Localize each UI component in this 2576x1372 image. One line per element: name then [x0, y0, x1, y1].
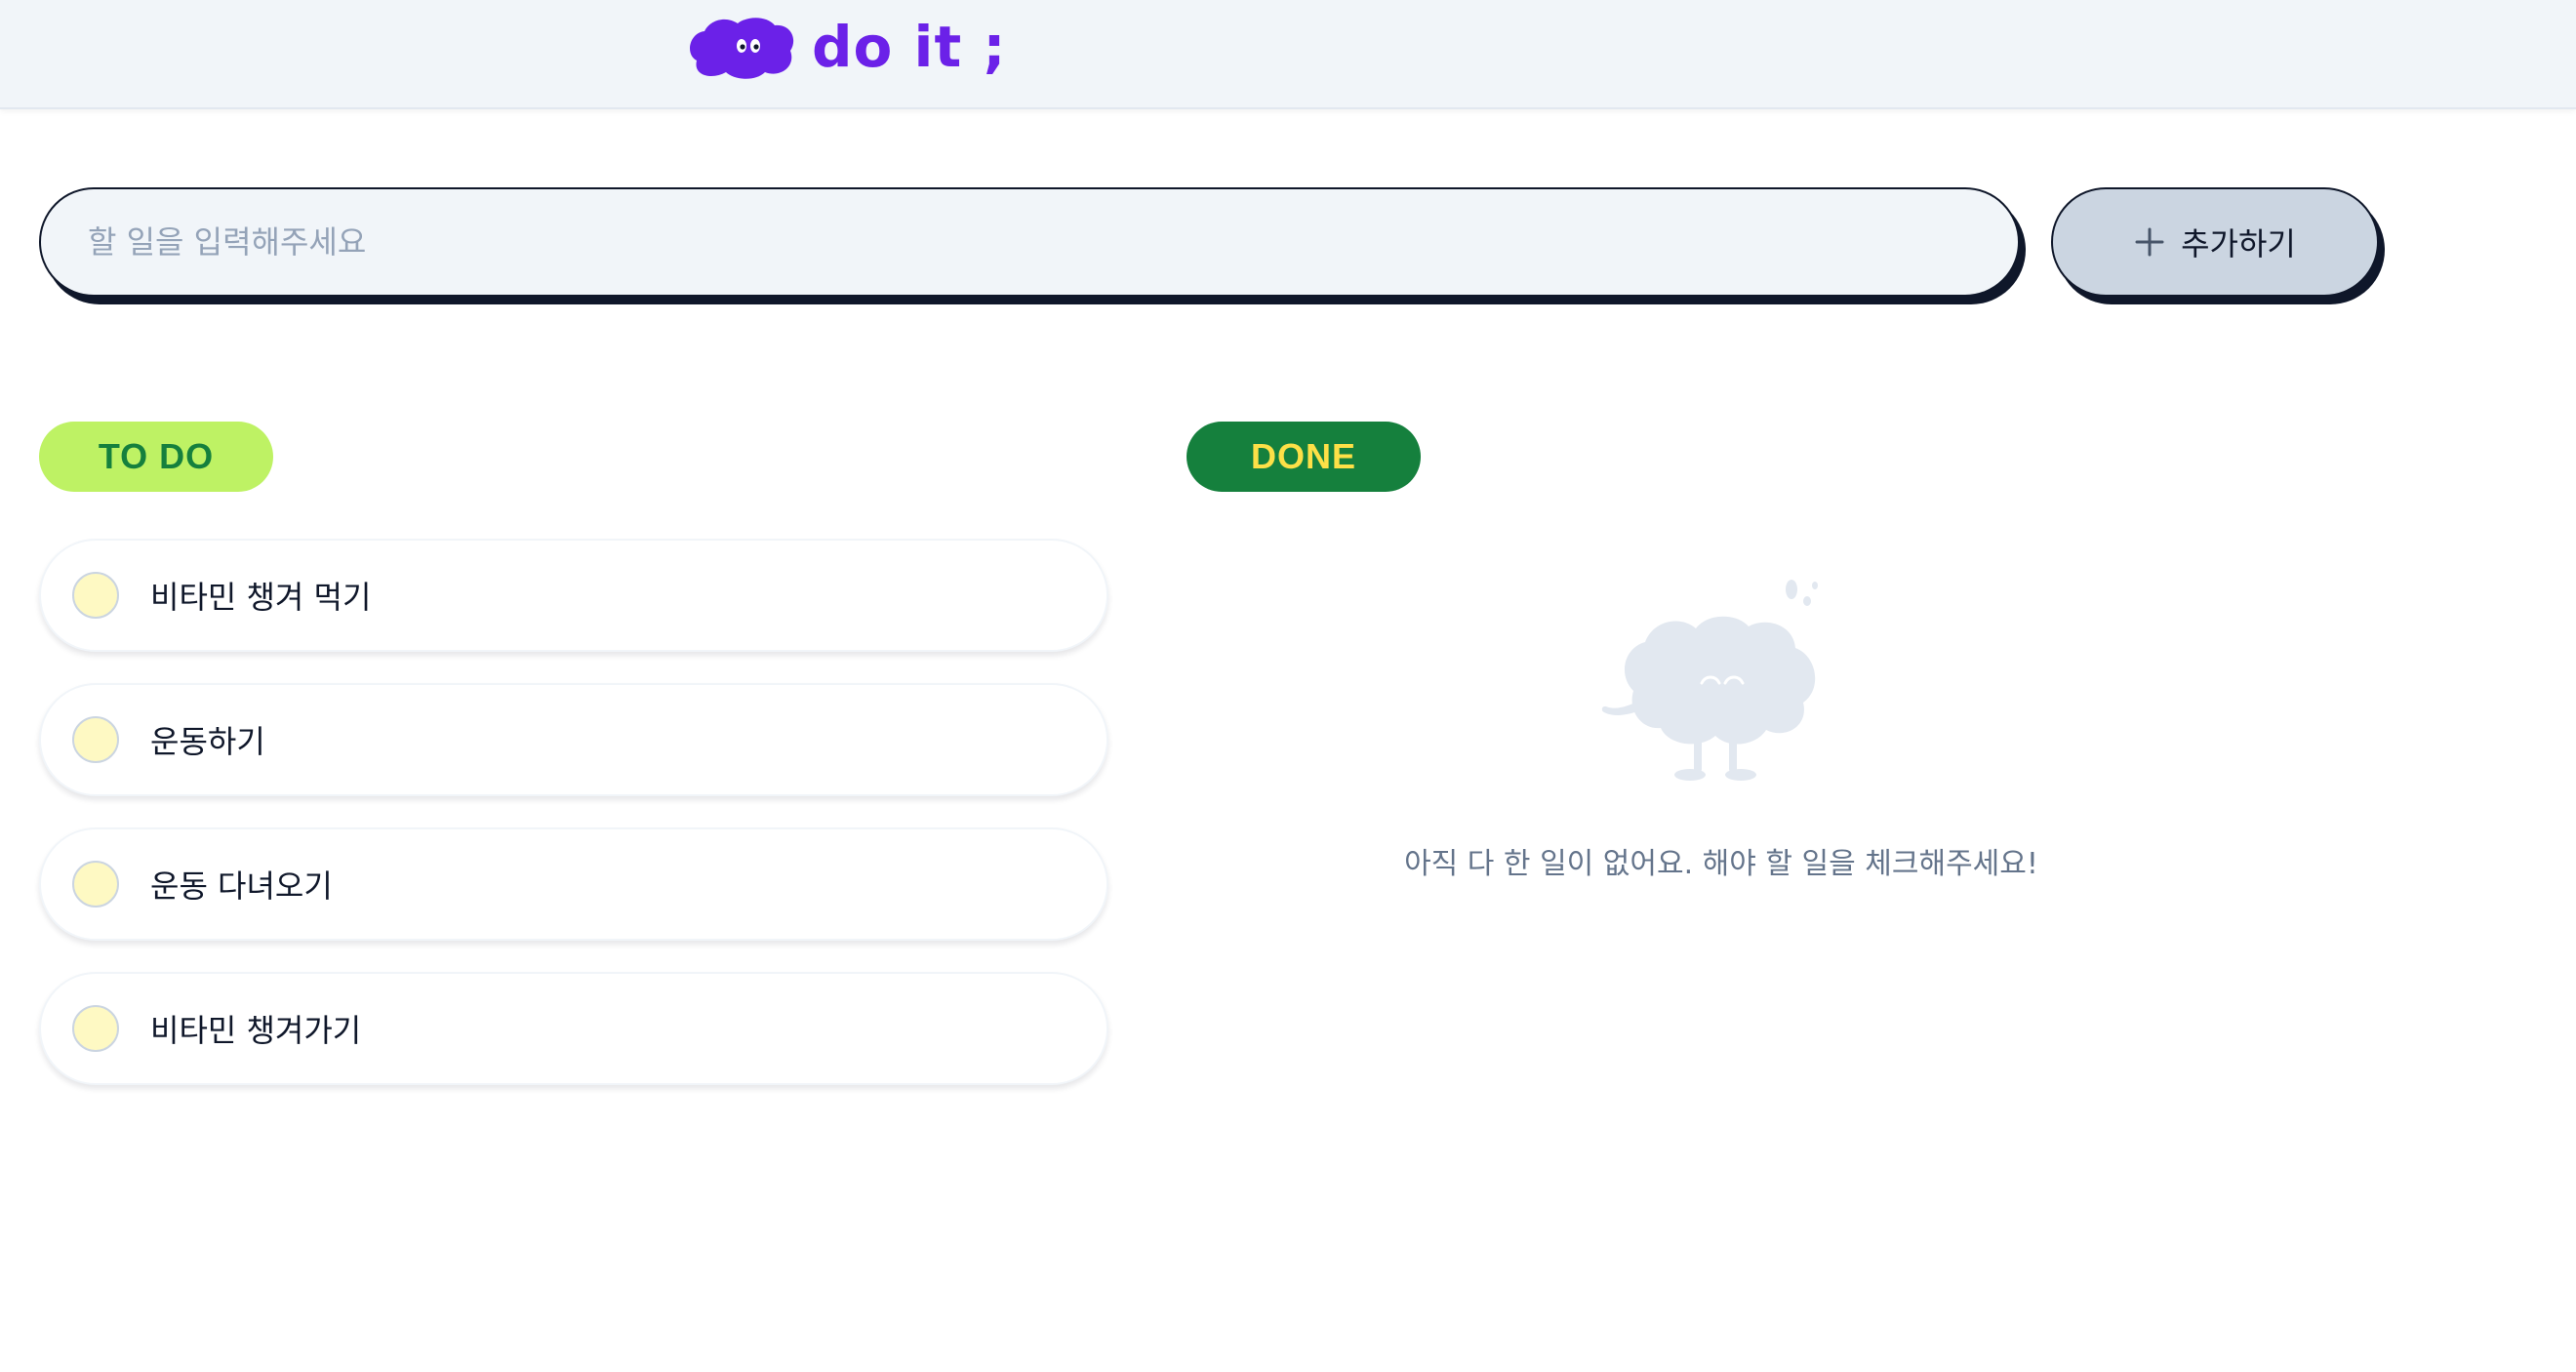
done-empty-message: 아직 다 한 일이 없어요. 해야 할 일을 체크해주세요!: [1404, 847, 2038, 881]
todo-item-label: 운동 다녀오기: [150, 868, 333, 905]
todo-checkbox[interactable]: [72, 1005, 119, 1052]
logo-text: do it ;: [812, 14, 1007, 80]
todo-input[interactable]: [39, 187, 2020, 297]
todo-list: 비타민 챙겨 먹기 운동하기 운동 다녀오기 비타민 챙겨가기: [39, 539, 1108, 1116]
todo-item[interactable]: 비타민 챙겨 먹기: [39, 539, 1108, 652]
todo-item[interactable]: 운동 다녀오기: [39, 827, 1108, 941]
todo-item-label: 운동하기: [150, 723, 265, 760]
logo[interactable]: do it ;: [683, 12, 1007, 82]
app-header: do it ;: [0, 0, 2576, 109]
todo-item[interactable]: 비타민 챙겨가기: [39, 972, 1108, 1085]
done-empty-state: 아직 다 한 일이 없어요. 해야 할 일을 체크해주세요!: [1187, 539, 2256, 929]
todo-item[interactable]: 운동하기: [39, 683, 1108, 796]
cloud-mascot-icon: [690, 18, 794, 79]
todo-section-badge: TO DO: [39, 422, 273, 492]
todo-item-label: 비타민 챙겨가기: [150, 1012, 362, 1049]
todo-item-label: 비타민 챙겨 먹기: [150, 579, 372, 616]
done-section-badge: DONE: [1187, 422, 1421, 492]
todo-checkbox[interactable]: [72, 861, 119, 908]
empty-mascot-icon: [1601, 580, 1818, 781]
add-button-label: 추가하기: [2181, 225, 2296, 262]
todo-checkbox[interactable]: [72, 716, 119, 763]
add-button[interactable]: 추가하기: [2051, 187, 2379, 297]
plus-icon: [2135, 227, 2164, 257]
todo-checkbox[interactable]: [72, 572, 119, 619]
